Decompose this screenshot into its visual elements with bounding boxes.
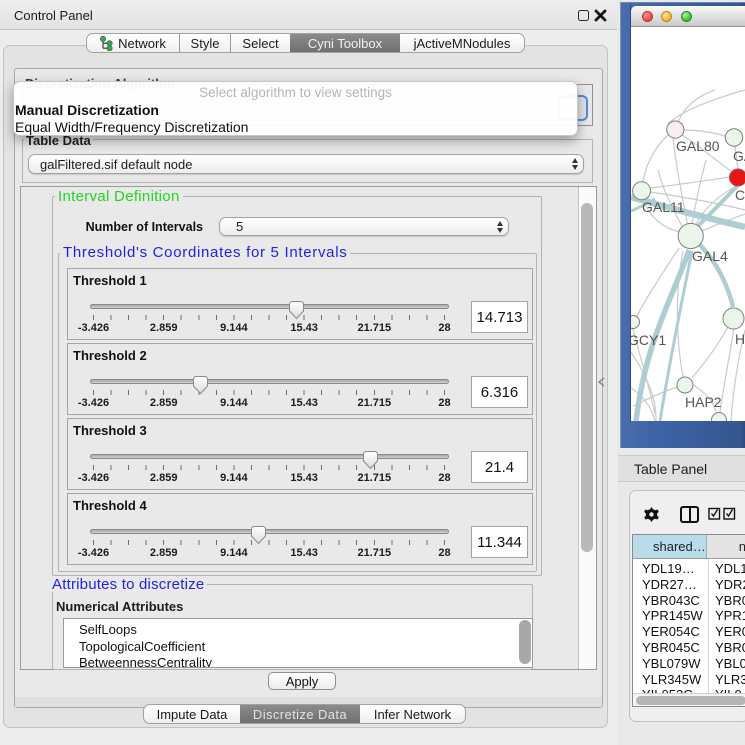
- svg-text:HAP2: HAP2: [685, 394, 722, 410]
- svg-text:GAL80: GAL80: [676, 138, 720, 154]
- svg-text:GCY1: GCY1: [631, 332, 666, 348]
- svg-text:H: H: [735, 331, 745, 347]
- svg-text:GAL4: GAL4: [692, 248, 728, 264]
- svg-text:GAL11: GAL11: [642, 199, 685, 215]
- svg-text:GA: GA: [733, 148, 745, 164]
- svg-text:C: C: [735, 187, 745, 203]
